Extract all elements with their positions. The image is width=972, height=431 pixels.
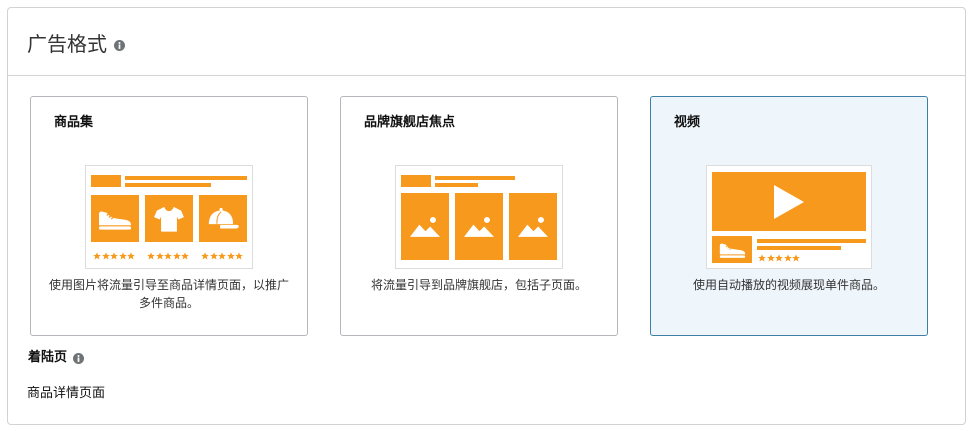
card-title: 品牌旗舰店焦点: [364, 115, 456, 130]
star-icon: [118, 252, 127, 260]
headline-line-placeholder: [435, 183, 478, 187]
star-icon: [218, 252, 226, 260]
rating-stars: [201, 252, 243, 260]
image-icon: [518, 215, 548, 238]
store-spotlight-illustration: [395, 165, 563, 269]
rating-stars: [93, 252, 135, 260]
star-icon: [775, 254, 783, 262]
store-page-tile: [455, 193, 503, 260]
panel-header: 广告格式: [8, 8, 965, 76]
logo-placeholder: [91, 175, 121, 187]
card-title: 视频: [674, 115, 701, 130]
landing-page-label-group: 着陆页: [28, 350, 85, 366]
card-description: 使用自动播放的视频展现单件商品。: [692, 278, 885, 292]
landing-page-value: 商品详情页面: [27, 386, 106, 401]
star-icon: [127, 252, 135, 260]
product-thumbnail: [712, 236, 752, 263]
ad-format-card-product-collection[interactable]: 商品集 使用图片将流量引导至商品详情页面，以推广多件商品。: [30, 96, 308, 336]
product-title-line-placeholder: [757, 239, 866, 243]
star-icon: [147, 252, 155, 260]
star-icon: [201, 252, 209, 260]
ad-format-card-video[interactable]: 视频 使用自动播放的视频展现单件商品。: [650, 96, 928, 336]
star-icon: [235, 252, 243, 260]
sneaker-icon: [718, 240, 747, 259]
star-icon: [93, 252, 101, 260]
card-description: 将流量引导到品牌旗舰店，包括子页面。: [370, 278, 587, 292]
logo-placeholder: [401, 175, 431, 187]
panel-title: 广告格式: [27, 32, 107, 56]
sneaker-icon: [97, 207, 133, 231]
product-tile: [199, 195, 247, 242]
video-player: [712, 172, 866, 231]
ad-format-card-store-spotlight[interactable]: 品牌旗舰店焦点 将流量引导到品牌旗舰店，包括子页面。: [340, 96, 618, 336]
star-icon: [209, 252, 218, 260]
panel-title-group: 广告格式: [27, 32, 125, 56]
product-title-line-placeholder: [757, 246, 841, 250]
play-icon: [774, 184, 804, 219]
star-icon: [766, 254, 775, 262]
image-icon: [410, 215, 440, 238]
product-tile: [91, 195, 139, 242]
store-page-tile: [509, 193, 557, 260]
product-tile: [145, 195, 193, 242]
card-description: 使用图片将流量引导至商品详情页面，以推广多件商品。: [48, 278, 289, 310]
star-icon: [783, 254, 792, 262]
info-icon[interactable]: [114, 39, 125, 51]
ad-format-panel: 广告格式 商品集 使用图片将流量引导至商品详情页面，以推广多件商品。 品牌旗舰店…: [7, 7, 966, 425]
star-icon: [181, 252, 189, 260]
star-icon: [792, 254, 800, 262]
cap-icon: [206, 206, 240, 231]
landing-page-label: 着陆页: [28, 350, 68, 365]
star-icon: [758, 254, 766, 262]
rating-stars: [758, 254, 800, 262]
star-icon: [164, 252, 172, 260]
star-icon: [172, 252, 181, 260]
headline-line-placeholder: [435, 176, 515, 180]
info-icon[interactable]: [73, 352, 85, 364]
headline-line-placeholder: [125, 183, 211, 187]
star-icon: [110, 252, 118, 260]
rating-stars: [147, 252, 189, 260]
headline-line-placeholder: [125, 176, 247, 180]
product-collection-illustration: [85, 165, 253, 269]
star-icon: [101, 252, 110, 260]
video-illustration: [706, 165, 872, 269]
card-title: 商品集: [54, 115, 94, 130]
tshirt-icon: [154, 205, 184, 233]
star-icon: [226, 252, 235, 260]
store-page-tile: [401, 193, 449, 260]
star-icon: [155, 252, 164, 260]
image-icon: [464, 215, 494, 238]
